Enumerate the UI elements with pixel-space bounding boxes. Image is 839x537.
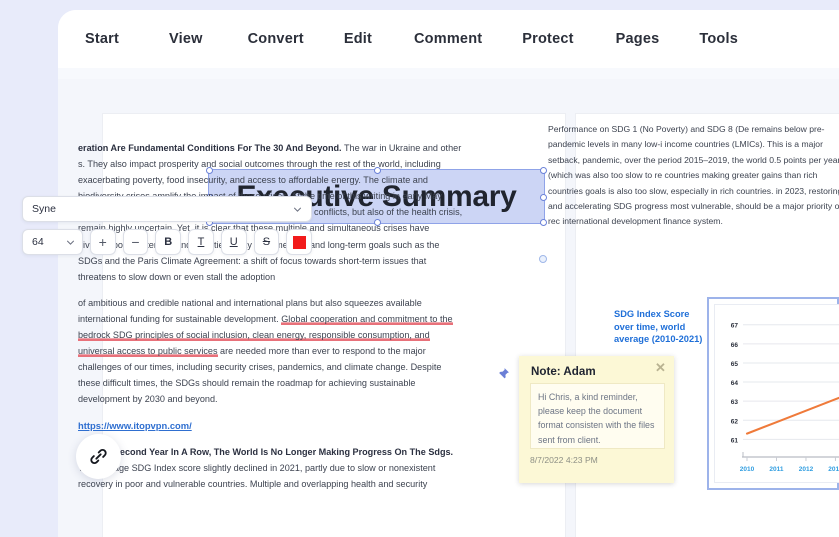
paragraph-one-a: The war in Ukraine and other bbox=[341, 143, 462, 153]
note-timestamp: 8/7/2022 4:23 PM bbox=[530, 455, 598, 465]
menu-item-convert[interactable]: Convert bbox=[248, 25, 304, 53]
chart-y-tick-labels: 61 62 63 64 65 66 67 bbox=[731, 323, 739, 445]
menu-item-edit[interactable]: Edit bbox=[344, 25, 372, 53]
menu-item-start[interactable]: Start bbox=[85, 25, 119, 53]
bold-icon: B bbox=[164, 236, 173, 248]
toolbar-strip bbox=[58, 68, 839, 79]
menu-item-protect[interactable]: Protect bbox=[522, 25, 573, 53]
pushpin-icon[interactable] bbox=[497, 367, 510, 380]
text-style-button[interactable]: T bbox=[188, 229, 214, 255]
svg-text:2011: 2011 bbox=[769, 466, 783, 473]
font-family-select[interactable]: Syne bbox=[22, 196, 312, 222]
list-bullet-icon bbox=[539, 255, 547, 263]
svg-text:65: 65 bbox=[731, 361, 739, 368]
menu-bar: Start View Convert Edit Comment Protect … bbox=[58, 10, 839, 68]
document-url-line: https://www.itopvpn.com/ bbox=[78, 418, 463, 434]
font-style-row: 64 + − B T U S bbox=[22, 229, 313, 255]
right-page-body: Performance on SDG 1 (No Poverty) and SD… bbox=[548, 122, 839, 230]
underline-icon: U bbox=[229, 236, 238, 248]
menu-item-view[interactable]: View bbox=[169, 25, 203, 53]
chart-x-tick-labels: 20102011201220132014 bbox=[740, 457, 839, 473]
svg-text:61: 61 bbox=[731, 437, 739, 444]
font-family-row: Syne bbox=[22, 196, 312, 222]
menu-item-tools[interactable]: Tools bbox=[699, 25, 738, 53]
resize-handle-middle-right[interactable] bbox=[540, 193, 547, 201]
paragraph-three-lead: For The Second Year In A Row, The World … bbox=[78, 446, 454, 457]
svg-text:66: 66 bbox=[731, 342, 739, 349]
comment-note-popup[interactable]: Note: Adam ✕ Hi Chris, a kind reminder, … bbox=[519, 356, 674, 483]
paragraph-two: of ambitious and credible national and i… bbox=[78, 295, 463, 408]
svg-text:2010: 2010 bbox=[740, 466, 755, 473]
svg-text:63: 63 bbox=[731, 399, 739, 406]
plus-icon: + bbox=[98, 234, 107, 250]
document-url[interactable]: https://www.itopvpn.com/ bbox=[78, 420, 192, 431]
font-size-value: 64 bbox=[32, 236, 44, 248]
chart-title: SDG Index Score over time, world average… bbox=[614, 309, 703, 345]
svg-text:62: 62 bbox=[731, 418, 739, 425]
strikethrough-icon: S bbox=[262, 236, 271, 248]
minus-icon: − bbox=[131, 234, 140, 250]
note-body-text[interactable]: Hi Chris, a kind reminder, please keep t… bbox=[530, 383, 665, 449]
chart-plot: 61626364656667 20102011201220132014 bbox=[714, 304, 839, 483]
svg-text:2013: 2013 bbox=[828, 466, 839, 473]
chevron-down-icon bbox=[294, 207, 301, 212]
note-title: Note: Adam bbox=[531, 365, 596, 378]
chevron-down-icon bbox=[66, 240, 74, 245]
paragraph-three-body: The average SDG Index score slightly dec… bbox=[78, 462, 436, 489]
link-icon[interactable] bbox=[76, 434, 121, 479]
chart-frame[interactable]: 61626364656667 20102011201220132014 bbox=[707, 297, 839, 490]
decrease-font-size-button[interactable]: − bbox=[122, 229, 149, 255]
color-swatch-icon bbox=[292, 235, 306, 249]
chart-series-line bbox=[745, 396, 839, 435]
font-family-value: Syne bbox=[32, 203, 56, 215]
underline-button[interactable]: U bbox=[220, 229, 247, 255]
line-chart-svg: 61626364656667 20102011201220132014 bbox=[731, 323, 839, 473]
paragraph-one-lead2: 30 And Beyond. bbox=[273, 143, 342, 153]
bold-button[interactable]: B bbox=[155, 229, 182, 255]
font-format-toolbar[interactable]: Syne 64 + − B T U S bbox=[22, 196, 313, 255]
chart-gridlines bbox=[743, 324, 839, 440]
font-color-button[interactable] bbox=[286, 229, 313, 255]
svg-text:2012: 2012 bbox=[799, 466, 814, 473]
menu-items: Start View Convert Edit Comment Protect … bbox=[58, 10, 839, 68]
menu-item-pages[interactable]: Pages bbox=[616, 25, 660, 53]
resize-handle-bottom-right[interactable] bbox=[540, 219, 547, 226]
right-paragraph: Performance on SDG 1 (No Poverty) and SD… bbox=[548, 124, 839, 227]
increase-font-size-button[interactable]: + bbox=[89, 229, 116, 255]
text-icon: T bbox=[197, 236, 205, 248]
menu-item-comment[interactable]: Comment bbox=[414, 25, 482, 53]
svg-text:67: 67 bbox=[731, 323, 739, 330]
paragraph-one-lead: eration Are Fundamental Conditions For T… bbox=[78, 143, 271, 153]
close-icon[interactable]: ✕ bbox=[654, 361, 667, 375]
left-page-body: eration Are Fundamental Conditions For T… bbox=[78, 140, 463, 502]
note-header: Note: Adam ✕ bbox=[519, 356, 674, 381]
font-size-select[interactable]: 64 bbox=[22, 229, 83, 255]
app-root: Start View Convert Edit Comment Protect … bbox=[0, 0, 839, 537]
strikethrough-button[interactable]: S bbox=[253, 229, 280, 255]
paragraph-three: For The Second Year In A Row, The World … bbox=[78, 444, 463, 492]
paragraph-one-b: s. They also impact prosperity and socia… bbox=[78, 159, 243, 170]
svg-text:64: 64 bbox=[731, 380, 739, 387]
resize-handle-top-right[interactable] bbox=[540, 167, 547, 174]
